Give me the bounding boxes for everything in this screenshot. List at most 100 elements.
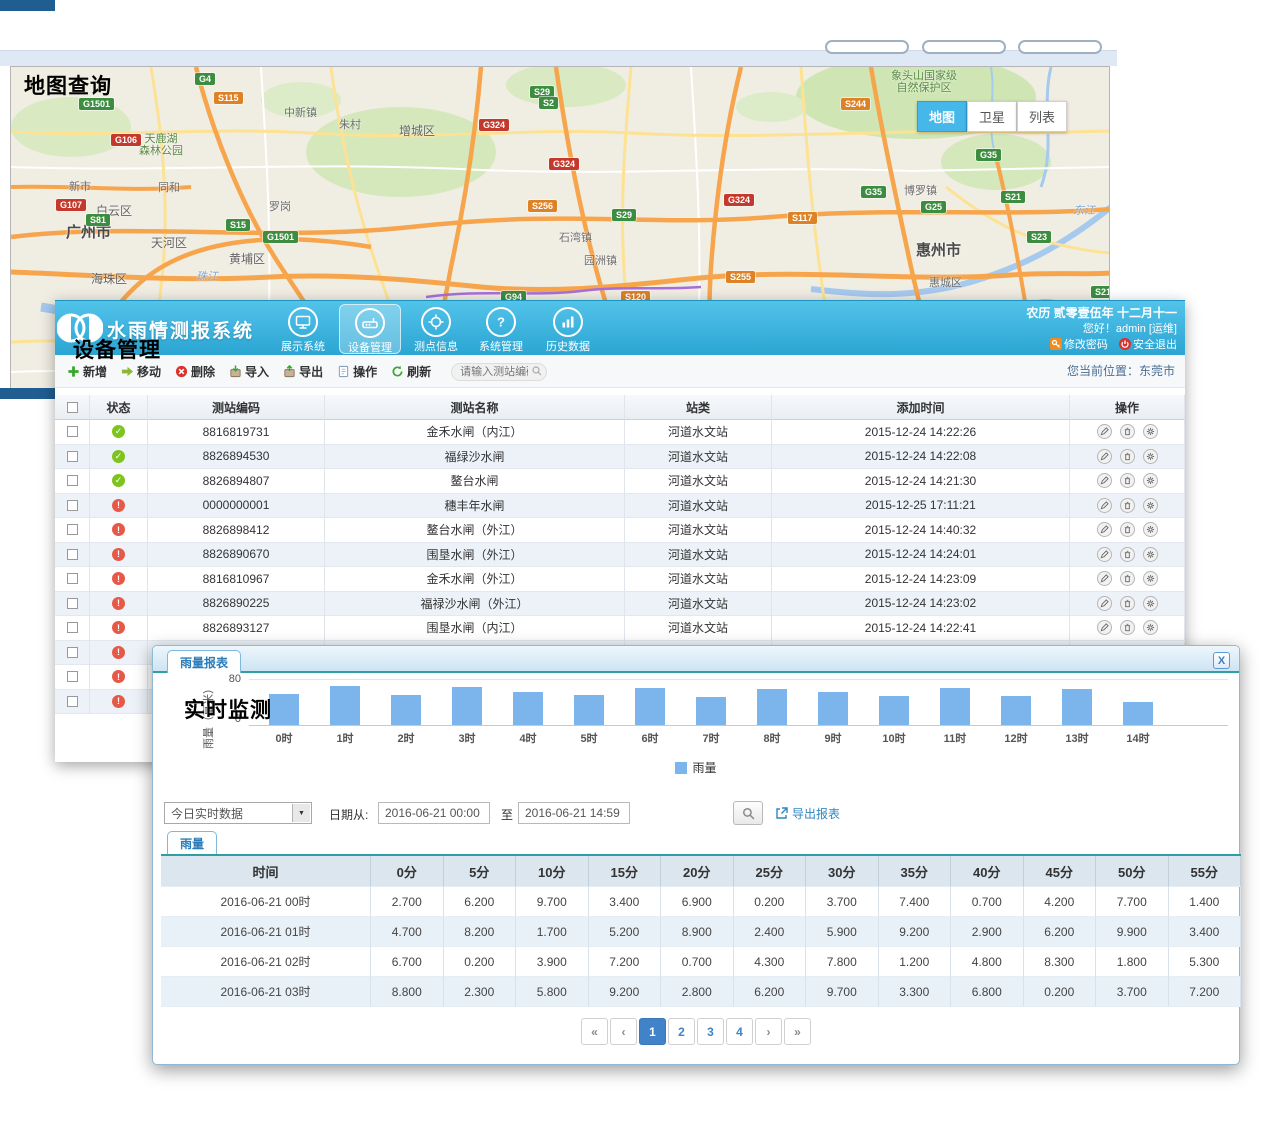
row-checkbox[interactable] bbox=[67, 622, 78, 633]
page-button-1[interactable]: 1 bbox=[639, 1018, 666, 1045]
rainfall-header-row: 时间0分5分10分15分20分25分30分35分40分45分50分55分 bbox=[161, 856, 1241, 887]
station-code-cell: 8826894807 bbox=[148, 469, 325, 494]
table-row: !8816810967金禾水闸（外江）河道水文站2015-12-24 14:23… bbox=[55, 567, 1185, 592]
edit-icon[interactable] bbox=[1097, 547, 1112, 562]
delete-row-icon[interactable] bbox=[1120, 571, 1135, 586]
map-view-button-map[interactable]: 地图 bbox=[917, 101, 967, 132]
row-checkbox[interactable] bbox=[67, 451, 78, 462]
row-checkbox[interactable] bbox=[67, 426, 78, 437]
tab-rainfall-report[interactable]: 雨量报表 bbox=[167, 650, 241, 673]
value-cell: 2.800 bbox=[661, 977, 734, 1007]
nav-item-question[interactable]: ?系统管理 bbox=[470, 304, 532, 354]
select-all-checkbox[interactable] bbox=[67, 402, 78, 413]
delete-row-icon[interactable] bbox=[1120, 498, 1135, 513]
page-button-3[interactable]: 3 bbox=[697, 1018, 724, 1045]
row-checkbox[interactable] bbox=[67, 696, 78, 707]
value-cell: 1.200 bbox=[879, 947, 952, 977]
toolbar-button-delete[interactable]: 删除 bbox=[175, 363, 215, 380]
delete-row-icon[interactable] bbox=[1120, 473, 1135, 488]
query-button[interactable] bbox=[733, 801, 763, 825]
value-cell: 4.700 bbox=[371, 917, 444, 947]
browser-tab-stub[interactable] bbox=[1018, 40, 1102, 54]
nav-item-device[interactable]: 设备管理 bbox=[339, 304, 401, 354]
row-checkbox[interactable] bbox=[67, 524, 78, 535]
value-cell: 5.800 bbox=[516, 977, 589, 1007]
settings-icon[interactable] bbox=[1143, 449, 1158, 464]
toolbar-button-operate[interactable]: 操作 bbox=[337, 363, 377, 380]
page-button-2[interactable]: 2 bbox=[668, 1018, 695, 1045]
move-icon bbox=[121, 365, 137, 378]
edit-icon[interactable] bbox=[1097, 473, 1112, 488]
next-page-button[interactable]: › bbox=[755, 1018, 782, 1045]
row-checkbox[interactable] bbox=[67, 500, 78, 511]
edit-icon[interactable] bbox=[1097, 449, 1112, 464]
settings-icon[interactable] bbox=[1143, 498, 1158, 513]
date-from-input[interactable] bbox=[378, 802, 490, 824]
last-page-button[interactable]: » bbox=[784, 1018, 811, 1045]
delete-row-icon[interactable] bbox=[1120, 596, 1135, 611]
rainfall-bar bbox=[513, 692, 543, 725]
nav-item-label: 系统管理 bbox=[470, 338, 532, 354]
road-badge: G35 bbox=[976, 149, 1001, 161]
road-badge: G35 bbox=[861, 186, 886, 198]
logout-link[interactable]: 安全退出 bbox=[1133, 339, 1177, 351]
page-button-4[interactable]: 4 bbox=[726, 1018, 753, 1045]
row-checkbox[interactable] bbox=[67, 573, 78, 584]
background-window-top-edge bbox=[0, 0, 55, 11]
settings-icon[interactable] bbox=[1143, 547, 1158, 562]
chevron-down-icon[interactable]: ▼ bbox=[292, 804, 310, 822]
first-page-button[interactable]: « bbox=[581, 1018, 608, 1045]
settings-icon[interactable] bbox=[1143, 571, 1158, 586]
status-error-icon: ! bbox=[112, 523, 125, 536]
value-cell: 7.700 bbox=[1096, 887, 1169, 917]
toolbar-button-add[interactable]: 新增 bbox=[67, 363, 107, 380]
rainfall-header-cell: 20分 bbox=[661, 856, 734, 887]
station-type-cell: 河道水文站 bbox=[625, 518, 772, 543]
row-checkbox[interactable] bbox=[67, 549, 78, 560]
row-checkbox[interactable] bbox=[67, 671, 78, 682]
row-checkbox[interactable] bbox=[67, 647, 78, 658]
edit-icon[interactable] bbox=[1097, 424, 1112, 439]
row-checkbox[interactable] bbox=[67, 598, 78, 609]
row-checkbox[interactable] bbox=[67, 475, 78, 486]
close-icon[interactable]: X bbox=[1213, 652, 1230, 669]
settings-icon[interactable] bbox=[1143, 424, 1158, 439]
change-password-link[interactable]: 修改密码 bbox=[1064, 339, 1108, 351]
export-report-link[interactable]: 导出报表 bbox=[775, 805, 840, 822]
edit-icon[interactable] bbox=[1097, 498, 1112, 513]
value-cell: 0.200 bbox=[734, 887, 807, 917]
settings-icon[interactable] bbox=[1143, 473, 1158, 488]
tab-rainfall[interactable]: 雨量 bbox=[167, 831, 217, 854]
rainfall-table: 时间0分5分10分15分20分25分30分35分40分45分50分55分2016… bbox=[161, 854, 1241, 1007]
delete-row-icon[interactable] bbox=[1120, 522, 1135, 537]
date-to-input[interactable] bbox=[518, 802, 630, 824]
settings-icon[interactable] bbox=[1143, 620, 1158, 635]
prev-page-button[interactable]: ‹ bbox=[610, 1018, 637, 1045]
dataset-select[interactable]: 今日实时数据 ▼ bbox=[164, 802, 312, 824]
map-view-button-list[interactable]: 列表 bbox=[1017, 101, 1067, 132]
map-view-button-satellite[interactable]: 卫星 bbox=[967, 101, 1017, 132]
toolbar-button-refresh[interactable]: 刷新 bbox=[391, 363, 431, 380]
map-place-label: 增城区 bbox=[399, 125, 435, 137]
edit-icon[interactable] bbox=[1097, 596, 1112, 611]
browser-tab-stub[interactable] bbox=[825, 40, 909, 54]
nav-item-history-chart[interactable]: 历史数据 bbox=[537, 304, 599, 354]
toolbar-button-export[interactable]: 导出 bbox=[283, 363, 323, 380]
toolbar-button-move[interactable]: 移动 bbox=[121, 363, 161, 380]
nav-item-monitor[interactable]: 展示系统 bbox=[272, 304, 334, 354]
delete-row-icon[interactable] bbox=[1120, 449, 1135, 464]
nav-item-target[interactable]: 测点信息 bbox=[405, 304, 467, 354]
edit-icon[interactable] bbox=[1097, 620, 1112, 635]
delete-row-icon[interactable] bbox=[1120, 547, 1135, 562]
toolbar-button-import[interactable]: 导入 bbox=[229, 363, 269, 380]
settings-icon[interactable] bbox=[1143, 596, 1158, 611]
road-badge: G324 bbox=[479, 119, 509, 131]
time-cell: 2016-06-21 01时 bbox=[161, 917, 371, 947]
settings-icon[interactable] bbox=[1143, 522, 1158, 537]
delete-row-icon[interactable] bbox=[1120, 424, 1135, 439]
browser-tab-stub[interactable] bbox=[922, 40, 1006, 54]
rainfall-body: 2016-06-21 00时2.7006.2009.7003.4006.9000… bbox=[161, 887, 1241, 1007]
edit-icon[interactable] bbox=[1097, 571, 1112, 586]
delete-row-icon[interactable] bbox=[1120, 620, 1135, 635]
edit-icon[interactable] bbox=[1097, 522, 1112, 537]
